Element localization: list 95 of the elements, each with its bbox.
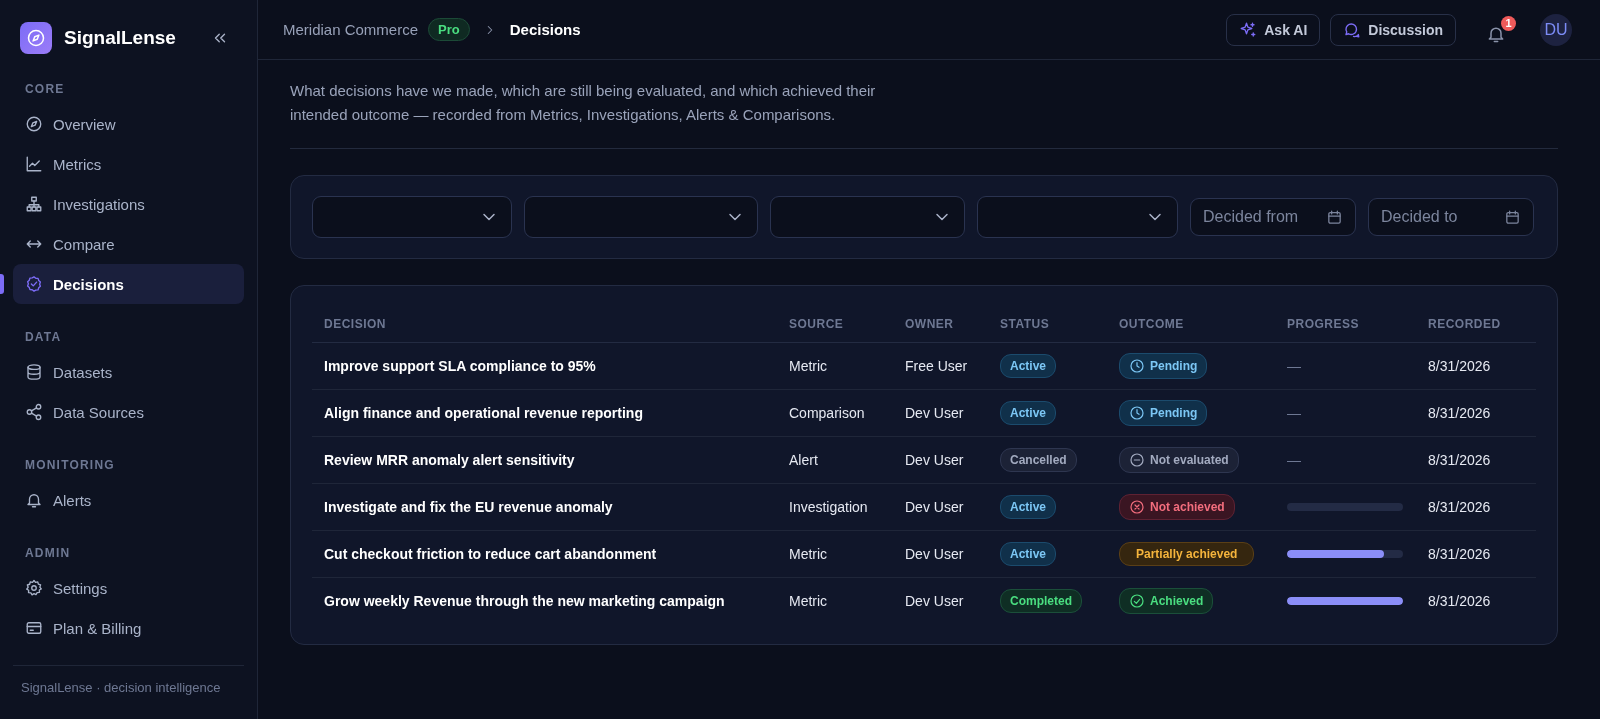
- column-header: SOURCE: [777, 306, 893, 343]
- owner-text: Dev User: [905, 593, 964, 609]
- filter-dropdown[interactable]: [312, 196, 512, 238]
- status-badge: Active: [1000, 401, 1057, 425]
- recorded-date: 8/31/2026: [1428, 546, 1491, 562]
- filter-dropdown[interactable]: [770, 196, 965, 238]
- source-text: Investigation: [789, 499, 868, 515]
- outcome-badge: Achieved: [1119, 588, 1214, 614]
- decision-title[interactable]: Cut checkout friction to reduce cart abandonment: [324, 546, 657, 562]
- calendar-icon: [1326, 208, 1343, 226]
- column-header: RECORDED: [1416, 306, 1536, 343]
- breadcrumb-link[interactable]: Meridian Commerce: [283, 21, 419, 38]
- date-field[interactable]: Decided from: [1190, 198, 1356, 236]
- check-badge-icon: [25, 275, 43, 293]
- outcome-badge: Pending: [1119, 353, 1208, 379]
- minus-circle-icon: [1129, 452, 1145, 468]
- sparkle-icon: [1239, 20, 1258, 39]
- column-header: OWNER: [893, 306, 988, 343]
- column-header: OUTCOME: [1107, 306, 1275, 343]
- section-heading: CORE: [24, 82, 66, 96]
- recorded-date: 8/31/2026: [1428, 452, 1491, 468]
- section-heading: MONITORING: [24, 458, 116, 472]
- owner-text: Free User: [905, 358, 968, 374]
- recorded-date: 8/31/2026: [1428, 358, 1491, 374]
- section-heading: DATA: [24, 330, 63, 344]
- nav-item[interactable]: Datasets: [13, 352, 244, 392]
- calendar-icon: [1504, 208, 1521, 226]
- owner-text: Dev User: [905, 499, 964, 515]
- compass-icon: [26, 28, 46, 48]
- nav-item[interactable]: Settings: [13, 568, 244, 608]
- compass-icon: [25, 115, 43, 133]
- nav-item[interactable]: Plan & Billing: [13, 608, 244, 648]
- status-badge: Completed: [1000, 589, 1082, 613]
- ask-ai-button[interactable]: Ask AI: [1226, 13, 1321, 46]
- recorded-date: 8/31/2026: [1428, 499, 1491, 515]
- check-circle-icon: [1129, 593, 1145, 609]
- page-description: What decisions have we made, which are still being evaluated, and which achieved their intended outcome — recorded from Metrics, Investigations, Alerts & Comparisons.: [290, 81, 877, 125]
- notification-count: 1: [1501, 15, 1516, 31]
- breadcrumb-current: Decisions: [509, 21, 581, 38]
- line-chart-icon: [25, 155, 43, 173]
- credit-card-icon: [25, 619, 43, 637]
- progress-placeholder-text: —: [1287, 357, 1301, 375]
- source-text: Comparison: [789, 405, 865, 421]
- column-header: PROGRESS: [1275, 306, 1416, 343]
- clock-icon: [1129, 358, 1145, 374]
- x-circle-icon: [1129, 499, 1145, 515]
- outcome-badge: Partially achieved: [1119, 542, 1255, 566]
- decision-title[interactable]: Investigate and fix the EU revenue anomaly: [324, 499, 613, 515]
- source-text: Metric: [789, 546, 828, 562]
- decision-title[interactable]: Align finance and operational revenue reporting: [324, 405, 643, 421]
- owner-text: Dev User: [905, 546, 964, 562]
- discussion-button[interactable]: Discussion: [1330, 13, 1456, 46]
- column-header: STATUS: [988, 306, 1107, 343]
- column-header: DECISION: [312, 306, 777, 343]
- filter-dropdown[interactable]: [524, 196, 758, 238]
- nav-item[interactable]: Investigations: [13, 184, 244, 224]
- hierarchy-icon: [25, 195, 43, 213]
- gear-icon: [25, 579, 43, 597]
- nav-item[interactable]: Data Sources: [13, 392, 244, 432]
- nav-item[interactable]: Compare: [13, 224, 244, 264]
- active-indicator: [0, 274, 4, 294]
- owner-text: Dev User: [905, 405, 964, 421]
- decision-title[interactable]: Review MRR anomaly alert sensitivity: [324, 452, 575, 468]
- decision-title[interactable]: Grow weekly Revenue through the new marketing campaign: [324, 593, 725, 609]
- nav-item[interactable]: Alerts: [13, 480, 244, 520]
- chat-bubbles-icon: [1343, 20, 1362, 39]
- owner-text: Dev User: [905, 452, 964, 468]
- source-text: Metric: [789, 593, 828, 609]
- progress-placeholder-text: —: [1287, 404, 1301, 422]
- status-badge: Active: [1000, 542, 1057, 566]
- status-badge: Active: [1000, 354, 1057, 378]
- source-text: Metric: [789, 358, 828, 374]
- plan-badge: Pro: [428, 18, 470, 41]
- section-heading: ADMIN: [24, 546, 72, 560]
- outcome-badge: Not achieved: [1119, 494, 1235, 520]
- recorded-date: 8/31/2026: [1428, 405, 1491, 421]
- user-avatar[interactable]: DU: [1540, 13, 1572, 46]
- outcome-badge: Not evaluated: [1119, 447, 1239, 473]
- database-icon: [25, 363, 43, 381]
- status-badge: Cancelled: [1000, 448, 1077, 472]
- source-text: Alert: [789, 452, 818, 468]
- clock-icon: [1129, 405, 1145, 421]
- outcome-badge: Pending: [1119, 400, 1208, 426]
- filter-dropdown[interactable]: [977, 196, 1178, 238]
- brand-name: SignalLense: [64, 27, 177, 49]
- date-field[interactable]: Decided to: [1368, 198, 1534, 236]
- decision-title[interactable]: Improve support SLA compliance to 95%: [324, 358, 596, 374]
- nav-item[interactable]: Metrics: [13, 144, 244, 184]
- share-icon: [25, 403, 43, 421]
- status-badge: Active: [1000, 495, 1057, 519]
- nav-item[interactable]: Overview: [13, 104, 244, 144]
- bell-icon: [25, 491, 43, 509]
- sidebar-footer: SignalLense · decision intelligence: [13, 665, 244, 719]
- recorded-date: 8/31/2026: [1428, 593, 1491, 609]
- progress-placeholder-text: —: [1287, 451, 1301, 469]
